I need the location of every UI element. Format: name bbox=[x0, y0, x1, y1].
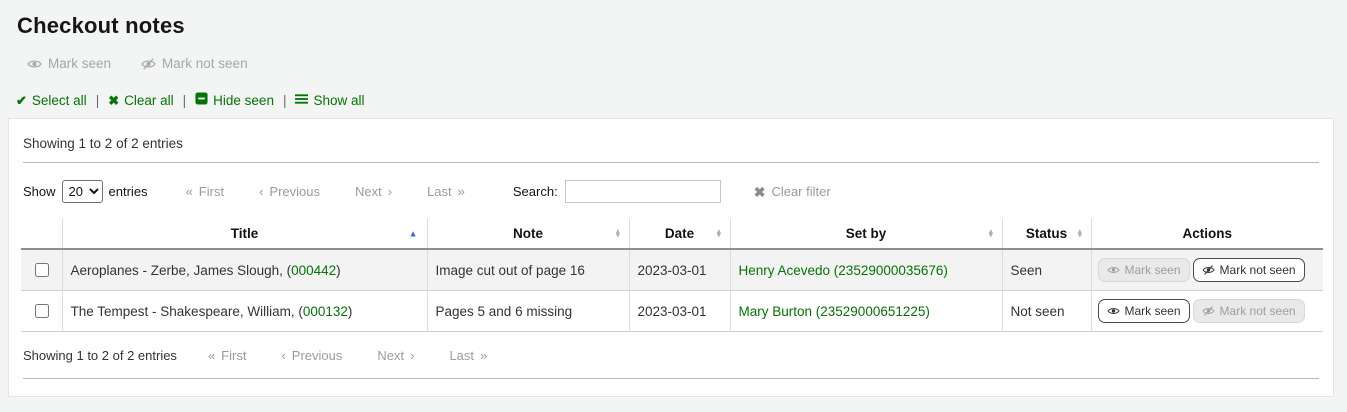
checkout-notes-page: Checkout notes Mark seen Mark not seen ✔… bbox=[0, 0, 1347, 412]
pagination-bottom: «First ‹Previous Next› Last» bbox=[208, 348, 487, 363]
row-checkbox[interactable] bbox=[35, 263, 49, 277]
header-checkbox-column bbox=[21, 219, 62, 249]
showing-entries-bottom: Showing 1 to 2 of 2 entries bbox=[23, 348, 177, 363]
header-title[interactable]: Title ▲ bbox=[62, 219, 427, 249]
square-minus-icon bbox=[195, 92, 208, 108]
bulk-mark-not-seen-label: Mark not seen bbox=[162, 56, 248, 71]
clear-all-link[interactable]: ✖ Clear all bbox=[108, 93, 173, 108]
clear-filter-button[interactable]: ✖ Clear filter bbox=[754, 184, 831, 199]
table-footer-controls: Showing 1 to 2 of 2 entries «First ‹Prev… bbox=[23, 348, 1319, 363]
title-cell: Aeroplanes - Zerbe, James Slough, (00044… bbox=[62, 249, 427, 291]
x-icon: ✖ bbox=[108, 94, 119, 107]
chevron-double-right-icon: » bbox=[480, 348, 487, 363]
mark-not-seen-button[interactable]: Mark not seen bbox=[1193, 258, 1305, 282]
header-date[interactable]: Date ▲▼ bbox=[629, 219, 730, 249]
page-length-select[interactable]: 20 bbox=[62, 180, 103, 203]
date-cell: 2023-03-01 bbox=[629, 291, 730, 332]
bulk-mark-seen-button[interactable]: Mark seen bbox=[27, 56, 111, 71]
chevron-right-icon: › bbox=[410, 348, 414, 363]
eye-icon bbox=[27, 58, 42, 70]
eye-icon bbox=[1107, 306, 1120, 316]
separator: | bbox=[183, 93, 187, 108]
pagination-next-button[interactable]: Next› bbox=[377, 348, 414, 363]
divider bbox=[23, 378, 1319, 379]
select-all-link[interactable]: ✔ Select all bbox=[16, 93, 87, 108]
separator: | bbox=[96, 93, 100, 108]
divider bbox=[23, 162, 1319, 163]
chevron-left-icon: ‹ bbox=[281, 348, 285, 363]
set-by-cell: Mary Burton (23529000651225) bbox=[730, 291, 1002, 332]
sort-ascending-icon: ▲ bbox=[409, 229, 418, 238]
eye-icon bbox=[1107, 265, 1120, 275]
chevron-double-right-icon: » bbox=[458, 184, 465, 199]
search-area: Search: bbox=[513, 180, 721, 203]
pagination-first-button[interactable]: «First bbox=[208, 348, 247, 363]
sort-icon: ▲▼ bbox=[1076, 229, 1083, 238]
pagination-last-button[interactable]: Last» bbox=[427, 184, 465, 199]
note-cell: Image cut out of page 16 bbox=[427, 249, 629, 291]
bulk-mark-seen-label: Mark seen bbox=[48, 56, 111, 71]
chevron-double-left-icon: « bbox=[208, 348, 215, 363]
table-row: The Tempest - Shakespeare, William, (000… bbox=[21, 291, 1323, 332]
date-cell: 2023-03-01 bbox=[629, 249, 730, 291]
page-title: Checkout notes bbox=[0, 0, 1347, 39]
chevron-double-left-icon: « bbox=[186, 184, 193, 199]
eye-slash-icon bbox=[1202, 265, 1215, 275]
search-input[interactable] bbox=[565, 180, 721, 203]
pagination-last-button[interactable]: Last» bbox=[449, 348, 487, 363]
show-all-link[interactable]: Show all bbox=[295, 93, 364, 108]
eye-slash-icon bbox=[141, 58, 156, 70]
sort-icon: ▲▼ bbox=[614, 229, 621, 238]
patron-link[interactable]: Mary Burton (23529000651225) bbox=[739, 304, 930, 319]
mark-not-seen-button[interactable]: Mark not seen bbox=[1193, 299, 1305, 323]
pagination-first-button[interactable]: «First bbox=[186, 184, 225, 199]
search-label: Search: bbox=[513, 184, 558, 199]
set-by-cell: Henry Acevedo (23529000035676) bbox=[730, 249, 1002, 291]
barcode-link[interactable]: 000132 bbox=[303, 304, 348, 319]
title-cell: The Tempest - Shakespeare, William, (000… bbox=[62, 291, 427, 332]
header-actions: Actions bbox=[1091, 219, 1323, 249]
status-cell: Not seen bbox=[1002, 291, 1091, 332]
patron-link[interactable]: Henry Acevedo (23529000035676) bbox=[739, 263, 948, 278]
header-note[interactable]: Note ▲▼ bbox=[427, 219, 629, 249]
check-icon: ✔ bbox=[16, 94, 27, 107]
show-label: Show bbox=[23, 184, 56, 199]
selection-links: ✔ Select all | ✖ Clear all | Hide seen |… bbox=[16, 92, 1347, 108]
bulk-mark-not-seen-button[interactable]: Mark not seen bbox=[141, 56, 248, 71]
chevron-right-icon: › bbox=[388, 184, 392, 199]
pagination-previous-button[interactable]: ‹Previous bbox=[259, 184, 320, 199]
table-panel: Showing 1 to 2 of 2 entries Show 20 entr… bbox=[8, 118, 1334, 397]
header-status[interactable]: Status ▲▼ bbox=[1002, 219, 1091, 249]
note-cell: Pages 5 and 6 missing bbox=[427, 291, 629, 332]
pagination-previous-button[interactable]: ‹Previous bbox=[281, 348, 342, 363]
table-controls: Show 20 entries «First ‹Previous Next› L… bbox=[23, 180, 1319, 203]
bulk-actions-toolbar: Mark seen Mark not seen bbox=[27, 56, 1347, 71]
list-icon bbox=[295, 93, 308, 108]
sort-icon: ▲▼ bbox=[715, 229, 722, 238]
mark-seen-button[interactable]: Mark seen bbox=[1098, 258, 1190, 282]
checkout-notes-table: Title ▲ Note ▲▼ Date ▲▼ Set by ▲▼ bbox=[21, 219, 1323, 332]
entries-label: entries bbox=[109, 184, 148, 199]
mark-seen-button[interactable]: Mark seen bbox=[1098, 299, 1190, 323]
eye-slash-icon bbox=[1202, 306, 1215, 316]
header-set-by[interactable]: Set by ▲▼ bbox=[730, 219, 1002, 249]
table-row: Aeroplanes - Zerbe, James Slough, (00044… bbox=[21, 249, 1323, 291]
hide-seen-link[interactable]: Hide seen bbox=[195, 92, 274, 108]
pagination-top: «First ‹Previous Next› Last» bbox=[186, 184, 465, 199]
showing-entries-top: Showing 1 to 2 of 2 entries bbox=[23, 136, 1321, 151]
actions-cell: Mark seen Mark not seen bbox=[1091, 291, 1323, 332]
table-header-row: Title ▲ Note ▲▼ Date ▲▼ Set by ▲▼ bbox=[21, 219, 1323, 249]
row-checkbox[interactable] bbox=[35, 304, 49, 318]
pagination-next-button[interactable]: Next› bbox=[355, 184, 392, 199]
barcode-link[interactable]: 000442 bbox=[291, 263, 336, 278]
sort-icon: ▲▼ bbox=[987, 229, 994, 238]
actions-cell: Mark seen Mark not seen bbox=[1091, 249, 1323, 291]
x-icon: ✖ bbox=[754, 185, 766, 199]
status-cell: Seen bbox=[1002, 249, 1091, 291]
chevron-left-icon: ‹ bbox=[259, 184, 263, 199]
separator: | bbox=[283, 93, 287, 108]
